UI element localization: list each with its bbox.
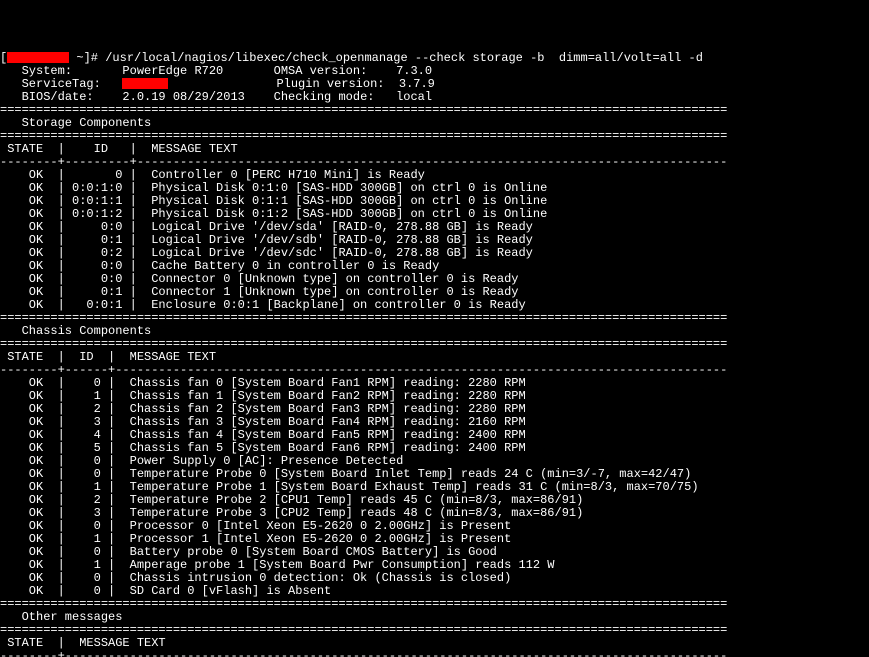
other-title: Other messages xyxy=(0,610,122,624)
table-row: OK | 0:0:1:2 | Physical Disk 0:1:2 [SAS-… xyxy=(0,207,547,221)
hr: --------+---------+---------------------… xyxy=(0,155,727,169)
command-text: /usr/local/nagios/libexec/check_openmana… xyxy=(105,51,703,65)
table-row: OK | 1 | Processor 1 [Intel Xeon E5-2620… xyxy=(0,532,511,546)
table-row: OK | 0:2 | Logical Drive '/dev/sdc' [RAI… xyxy=(0,246,533,260)
sep: ========================================… xyxy=(0,623,727,637)
table-row: OK | 0 | Controller 0 [PERC H710 Mini] i… xyxy=(0,168,425,182)
table-row: OK | 0:0 | Logical Drive '/dev/sda' [RAI… xyxy=(0,220,533,234)
system-line: System: PowerEdge R720 OMSA version: 7.3… xyxy=(22,64,432,78)
table-row: OK | 3 | Temperature Probe 3 [CPU2 Temp]… xyxy=(0,506,583,520)
redacted-servicetag: xxxxxx xyxy=(122,78,168,89)
table-row: OK | 0:1 | Logical Drive '/dev/sdb' [RAI… xyxy=(0,233,533,247)
table-row: OK | 0 | Processor 0 [Intel Xeon E5-2620… xyxy=(0,519,511,533)
table-row: OK | 0:0 | Connector 0 [Unknown type] on… xyxy=(0,272,518,286)
table-row: OK | 0:1 | Connector 1 [Unknown type] on… xyxy=(0,285,518,299)
chassis-header: STATE | ID | MESSAGE TEXT xyxy=(0,350,216,364)
hr: --------+------+------------------------… xyxy=(0,363,727,377)
table-row: OK | 0 | Temperature Probe 0 [System Boa… xyxy=(0,467,691,481)
storage-header: STATE | ID | MESSAGE TEXT xyxy=(0,142,238,156)
table-row: OK | 2 | Chassis fan 2 [System Board Fan… xyxy=(0,402,526,416)
table-row: OK | 5 | Chassis fan 5 [System Board Fan… xyxy=(0,441,526,455)
table-row: OK | 0 | SD Card 0 [vFlash] is Absent xyxy=(0,584,331,598)
table-row: OK | 4 | Chassis fan 4 [System Board Fan… xyxy=(0,428,526,442)
table-row: OK | 0 | Power Supply 0 [AC]: Presence D… xyxy=(0,454,403,468)
table-row: OK | 0:0:1:1 | Physical Disk 0:1:1 [SAS-… xyxy=(0,194,547,208)
table-row: OK | 1 | Temperature Probe 1 [System Boa… xyxy=(0,480,699,494)
service-label: ServiceTag: xyxy=(22,77,123,91)
prompt-left: [ xyxy=(0,51,7,65)
other-header: STATE | MESSAGE TEXT xyxy=(0,636,166,650)
sep: ========================================… xyxy=(0,129,727,143)
table-row: OK | 1 | Chassis fan 1 [System Board Fan… xyxy=(0,389,526,403)
table-row: OK | 2 | Temperature Probe 2 [CPU1 Temp]… xyxy=(0,493,583,507)
redacted-hostname: xxxxxxxx xyxy=(7,52,69,63)
prompt-right: ~]# xyxy=(69,51,105,65)
hr: --------+-------------------------------… xyxy=(0,649,727,657)
table-row: OK | 0 | Chassis intrusion 0 detection: … xyxy=(0,571,511,585)
sep: ========================================… xyxy=(0,337,727,351)
chassis-title: Chassis Components xyxy=(0,324,151,338)
table-row: OK | 3 | Chassis fan 3 [System Board Fan… xyxy=(0,415,526,429)
bios-line: BIOS/date: 2.0.19 08/29/2013 Checking mo… xyxy=(22,90,432,104)
table-row: OK | 0:0:1:0 | Physical Disk 0:1:0 [SAS-… xyxy=(0,181,547,195)
sep: ========================================… xyxy=(0,311,727,325)
sep: ========================================… xyxy=(0,103,727,117)
service-rest: Plugin version: 3.7.9 xyxy=(168,77,434,91)
table-row: OK | 0:0 | Cache Battery 0 in controller… xyxy=(0,259,439,273)
terminal-output[interactable]: [xxxxxxxx ~]# /usr/local/nagios/libexec/… xyxy=(0,52,869,657)
sep: ========================================… xyxy=(0,597,727,611)
table-row: OK | 0 | Chassis fan 0 [System Board Fan… xyxy=(0,376,526,390)
table-row: OK | 1 | Amperage probe 1 [System Board … xyxy=(0,558,555,572)
table-row: OK | 0 | Battery probe 0 [System Board C… xyxy=(0,545,497,559)
table-row: OK | 0:0:1 | Enclosure 0:0:1 [Backplane]… xyxy=(0,298,526,312)
storage-title: Storage Components xyxy=(0,116,151,130)
